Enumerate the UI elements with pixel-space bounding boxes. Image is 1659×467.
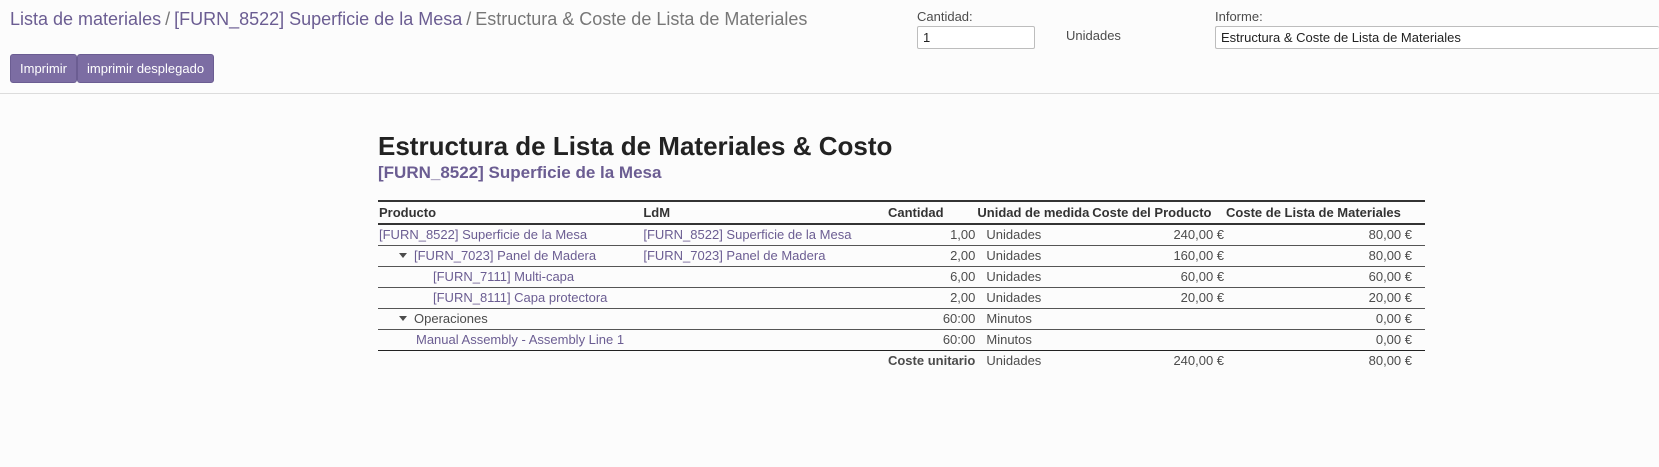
caret-down-icon[interactable] [399,316,407,322]
product-link[interactable]: [FURN_7111] Multi-capa [433,269,574,284]
product-link[interactable]: [FURN_8522] Superficie de la Mesa [379,227,587,242]
bom-report: Estructura de Lista de Materiales & Cost… [378,130,1425,368]
uom-cell: Unidades [976,245,1092,267]
breadcrumb-current: Estructura & Coste de Lista de Materiale… [475,9,808,29]
report-title: Estructura de Lista de Materiales & Cost… [378,131,893,161]
uom-cell: Unidades [976,224,1092,246]
col-bom: LdM [642,200,887,225]
col-product: Producto [378,200,643,225]
total-bom-cost: 80,00 € [1368,353,1412,369]
uom-cell: Unidades [976,266,1092,288]
product-cost-cell: 160,00 € [1091,245,1226,267]
bom-cost-cell: 80,00 € [1225,245,1425,267]
bom-link[interactable]: [FURN_8522] Superficie de la Mesa [643,227,851,242]
bom-table: Producto LdM Cantidad Unidad de medida C… [378,200,1425,371]
product-link[interactable]: [FURN_7023] Panel de Madera [414,248,596,263]
quantity-input[interactable] [917,26,1035,49]
bom-cell [642,308,887,330]
quantity-cell: 60:00 [886,308,977,330]
table-row: [FURN_7023] Panel de Madera [FURN_7023] … [378,245,1425,267]
report-label: Informe: [1215,9,1263,24]
bom-cost-cell: 60,00 € [1225,266,1425,288]
report-select-value: Estructura & Coste de Lista de Materiale… [1221,30,1461,45]
total-row: Coste unitario Unidades 240,00 € 80,00 € [378,350,1425,371]
control-panel: Lista de materiales / [FURN_8522] Superfic… [0,0,1659,94]
bom-cost-cell: 0,00 € [1225,329,1425,351]
product-cost-cell: 240,00 € [1091,224,1226,246]
breadcrumb-bom-list[interactable]: Lista de materiales [10,9,161,29]
table-row: [FURN_8111] Capa protectora 2,00 Unidade… [378,287,1425,309]
total-product-cost: 240,00 € [1173,353,1225,369]
product-cost-cell: 20,00 € [1091,287,1226,309]
report-select[interactable]: Estructura & Coste de Lista de Materiale… [1215,26,1659,49]
table-row: [FURN_8522] Superficie de la Mesa [FURN_… [378,224,1425,246]
breadcrumb: Lista de materiales / [FURN_8522] Superfic… [10,9,807,30]
breadcrumb-separator: / [165,9,171,29]
bom-cost-cell: 20,00 € [1225,287,1425,309]
table-header-row: Producto LdM Cantidad Unidad de medida C… [378,200,1425,225]
product-cost-cell [1091,308,1226,330]
bom-cost-cell: 0,00 € [1225,308,1425,330]
report-subtitle[interactable]: [FURN_8522] Superficie de la Mesa [378,163,1425,183]
table-row: Manual Assembly - Assembly Line 1 60:00 … [378,329,1425,351]
bom-cost-cell: 80,00 € [1225,224,1425,246]
product-link[interactable]: [FURN_8111] Capa protectora [433,290,607,305]
col-uom: Unidad de medida [976,200,1092,225]
breadcrumb-product[interactable]: [FURN_8522] Superficie de la Mesa [174,9,462,29]
col-bom-cost: Coste de Lista de Materiales [1225,200,1425,225]
table-row: Operaciones 60:00 Minutos 0,00 € [378,308,1425,330]
quantity-cell: 2,00 [886,287,977,309]
bom-link[interactable]: [FURN_7023] Panel de Madera [643,248,825,263]
col-product-cost: Coste del Producto [1091,200,1226,225]
quantity-cell: 60:00 [886,329,977,351]
col-quantity: Cantidad [886,200,977,225]
quantity-cell: 2,00 [886,245,977,267]
quantity-label: Cantidad: [917,9,973,24]
uom-cell: Minutos [976,329,1092,351]
print-button[interactable]: Imprimir [10,54,77,83]
bom-cell [642,266,887,288]
product-cost-cell: 60,00 € [1091,266,1226,288]
breadcrumb-separator: / [466,9,472,29]
quantity-unit: Unidades [1066,28,1121,43]
caret-down-icon[interactable] [399,253,407,259]
product-cost-cell [1091,329,1226,351]
print-unfolded-button[interactable]: imprimir desplegado [77,54,215,83]
quantity-cell: 6,00 [886,266,977,288]
quantity-cell: 1,00 [886,224,977,246]
uom-cell: Minutos [976,308,1092,330]
table-row: [FURN_7111] Multi-capa 6,00 Unidades 60,… [378,266,1425,288]
bom-cell [642,329,887,351]
total-label: Coste unitario [887,353,976,369]
bom-cell [642,287,887,309]
uom-cell: Unidades [976,287,1092,309]
operations-label[interactable]: Operaciones [414,311,488,326]
workcenter-link[interactable]: Manual Assembly - Assembly Line 1 [416,332,624,347]
total-uom: Unidades [986,353,1042,369]
